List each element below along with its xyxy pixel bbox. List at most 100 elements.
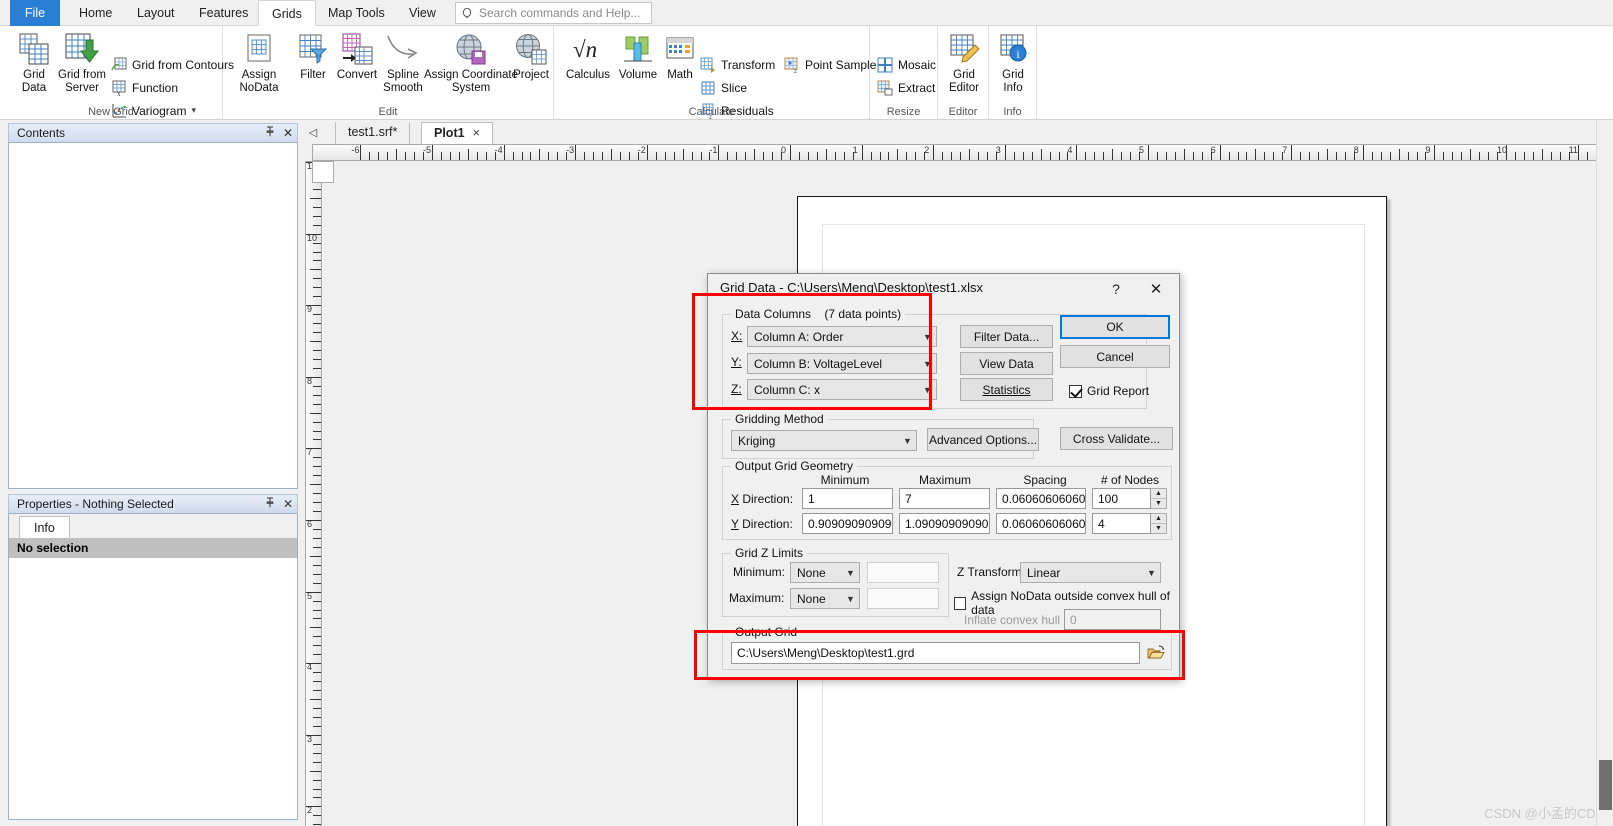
inflate-convex-hull-input[interactable]: 0 <box>1064 609 1161 630</box>
project-button[interactable]: Project <box>503 29 559 82</box>
pin-icon[interactable] <box>261 497 279 511</box>
cancel-button[interactable]: Cancel <box>1060 345 1170 368</box>
ruler-minor-tick <box>313 466 321 468</box>
stepper-down-icon[interactable]: ▼ <box>1151 499 1166 508</box>
grid-from-contours-button[interactable]: Grid from Contours <box>110 54 234 75</box>
z-minimum-select[interactable]: None ▼ <box>790 562 860 583</box>
horizontal-ruler[interactable]: -6 -5 -4 -3 -2 -1 0 1 2 3 4 5 6 7 8 9 10 11 <box>312 144 1613 161</box>
close-icon[interactable]: ✕ <box>279 497 297 511</box>
close-icon[interactable]: ✕ <box>279 126 297 140</box>
document-tab-plot1[interactable]: Plot1 × <box>421 122 493 144</box>
stepper-up-icon[interactable]: ▲ <box>1151 514 1166 523</box>
document-tab-test1-srf-label: test1.srf* <box>348 125 398 139</box>
document-tab-test1-srf[interactable]: test1.srf* <box>335 122 411 144</box>
transform-button[interactable]: Transform <box>699 54 775 75</box>
y-nodes-input[interactable]: 4 <box>1092 513 1151 534</box>
calculus-button[interactable]: √n Calculus <box>560 29 616 82</box>
y-minimum-input[interactable]: 0.909090909090 <box>802 513 893 534</box>
ribbon-tab-grids-label: Grids <box>272 7 302 21</box>
assign-nodata-button[interactable]: Assign NoData <box>231 29 287 94</box>
y-spacing-input[interactable]: 0.060606060606 <box>996 513 1086 534</box>
tab-info[interactable]: Info <box>19 516 70 538</box>
ruler-minor-tick <box>1318 152 1320 160</box>
y-column-select[interactable]: Column B: VoltageLevel ▼ <box>747 353 937 374</box>
z-transform-select[interactable]: Linear ▼ <box>1020 562 1161 583</box>
ribbon-tab-file[interactable]: File <box>10 0 60 26</box>
y-direction-label: Y Direction: <box>731 517 793 531</box>
ruler-minor-tick <box>807 152 809 160</box>
point-sample-button[interactable]: z Point Sample <box>783 54 876 75</box>
nav-left-icon[interactable]: ◁ <box>305 124 321 140</box>
filter-data-button[interactable]: Filter Data... <box>960 325 1053 348</box>
ok-button[interactable]: OK <box>1060 315 1170 339</box>
ruler-major-tick <box>646 145 648 160</box>
ribbon-tab-view[interactable]: View <box>396 0 449 26</box>
ribbon-group-calculate: √n Calculus Volume Math Transform Slice … <box>554 26 876 119</box>
function-button[interactable]: x Function <box>110 77 178 98</box>
ruler-minor-tick <box>313 779 321 781</box>
extract-button[interactable]: Extract <box>876 77 935 98</box>
x-maximum-input[interactable]: 7 <box>899 488 990 509</box>
close-icon[interactable]: ✕ <box>1139 278 1173 300</box>
vertical-scrollbar[interactable] <box>1596 120 1613 826</box>
properties-body[interactable] <box>8 558 298 820</box>
y-maximum-input[interactable]: 1.090909090909 <box>899 513 990 534</box>
grid-editor-button[interactable]: Grid Editor <box>936 29 992 94</box>
contents-tree[interactable] <box>8 143 298 489</box>
view-data-button[interactable]: View Data <box>960 352 1053 375</box>
slice-button[interactable]: Slice <box>699 77 747 98</box>
stepper-down-icon[interactable]: ▼ <box>1151 524 1166 533</box>
grid-info-button[interactable]: i Grid Info <box>985 29 1041 94</box>
vertical-ruler[interactable]: 111098765432 <box>305 161 322 826</box>
mosaic-button[interactable]: Mosaic <box>876 54 936 75</box>
statistics-button[interactable]: Statistics <box>960 378 1053 401</box>
x-nodes-input[interactable]: 100 <box>1092 488 1151 509</box>
ruler-label: 4 <box>1067 145 1073 155</box>
pin-icon[interactable] <box>261 126 279 140</box>
cross-validate-button[interactable]: Cross Validate... <box>1060 427 1173 450</box>
ruler-corner <box>312 161 334 183</box>
z-maximum-select[interactable]: None ▼ <box>790 588 860 609</box>
ribbon-tab-features[interactable]: Features <box>186 0 261 26</box>
grid-data-dialog[interactable]: Grid Data - C:\Users\Meng\Desktop\test1.… <box>707 273 1180 680</box>
z-column-select[interactable]: Column C: x ▼ <box>747 379 937 400</box>
grid-report-checkbox[interactable]: Grid Report <box>1069 384 1149 398</box>
ruler-minor-tick <box>548 152 550 160</box>
output-grid-path-input[interactable]: C:\Users\Meng\Desktop\test1.grd <box>731 642 1140 664</box>
ruler-label: 10 <box>1497 145 1508 155</box>
vertical-scrollbar-thumb[interactable] <box>1599 760 1612 810</box>
ribbon-tab-home[interactable]: Home <box>66 0 125 26</box>
advanced-options-button[interactable]: Advanced Options... <box>927 428 1039 451</box>
search-input[interactable]: Search commands and Help... <box>455 2 652 24</box>
data-points-count: (7 data points) <box>824 307 902 321</box>
gridding-method-select[interactable]: Kriging ▼ <box>731 430 917 451</box>
z-maximum-input[interactable] <box>867 588 939 609</box>
ruler-minor-tick <box>313 797 321 799</box>
ribbon-tab-layout[interactable]: Layout <box>124 0 188 26</box>
ruler-minor-tick <box>619 152 621 160</box>
search-placeholder: Search commands and Help... <box>479 6 641 20</box>
z-minimum-value: None <box>797 565 826 580</box>
x-column-select[interactable]: Column A: Order ▼ <box>747 326 937 347</box>
x-spacing-input[interactable]: 0.060606060606 <box>996 488 1086 509</box>
ruler-minor-tick <box>1300 152 1302 160</box>
dialog-titlebar: Grid Data - C:\Users\Meng\Desktop\test1.… <box>708 274 1179 305</box>
ribbon-tab-grids[interactable]: Grids <box>258 0 316 26</box>
ribbon-tab-file-label: File <box>24 6 46 20</box>
folder-open-icon[interactable] <box>1146 643 1166 663</box>
help-icon[interactable]: ? <box>1103 278 1129 300</box>
ribbon-tab-map-tools[interactable]: Map Tools <box>315 0 398 26</box>
ruler-minor-tick <box>969 149 970 160</box>
ruler-minor-tick <box>682 149 684 160</box>
slice-label: Slice <box>721 80 748 95</box>
x-nodes-stepper[interactable]: ▲ ▼ <box>1151 488 1167 509</box>
y-nodes-stepper[interactable]: ▲ ▼ <box>1151 513 1167 534</box>
x-minimum-input[interactable]: 1 <box>802 488 893 509</box>
stepper-up-icon[interactable]: ▲ <box>1151 489 1166 498</box>
calculus-label-1: Calculus <box>565 69 611 81</box>
close-icon[interactable]: × <box>473 126 480 140</box>
grid-from-server-button[interactable]: Grid from Server <box>54 29 110 94</box>
z-minimum-input[interactable] <box>867 562 939 583</box>
ruler-minor-tick <box>313 645 321 647</box>
ruler-label: 5 <box>307 590 313 601</box>
